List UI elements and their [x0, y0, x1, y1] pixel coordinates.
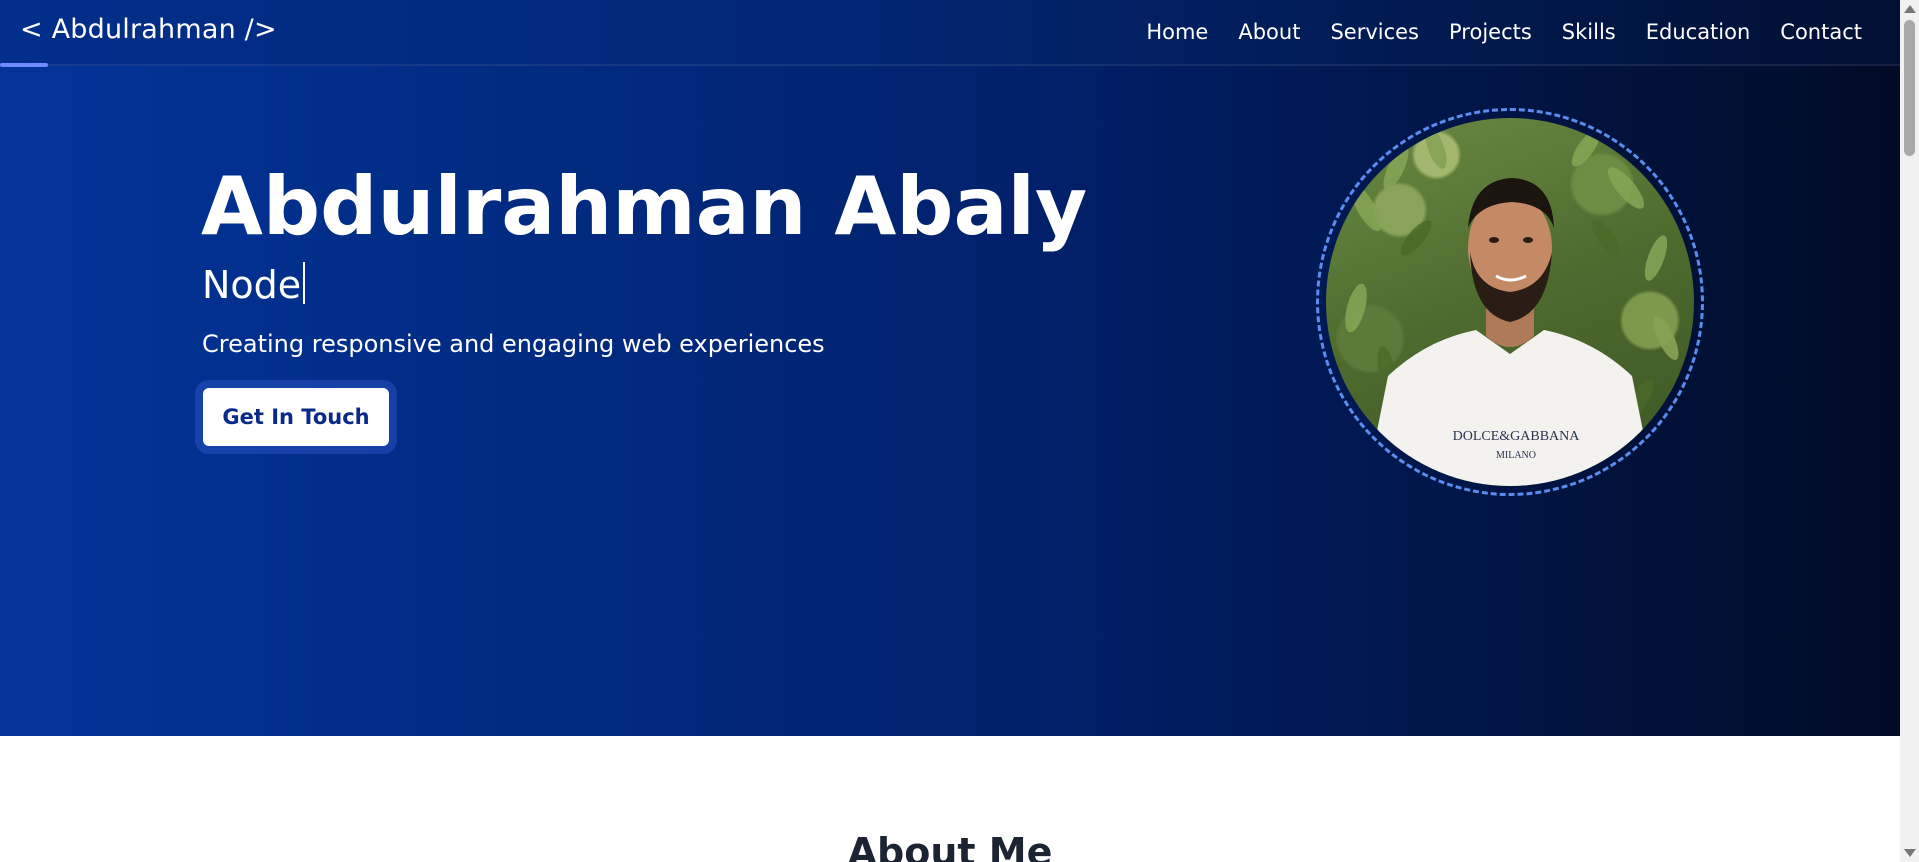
- nav-education[interactable]: Education: [1646, 20, 1751, 44]
- hero-name: Abdulrahman Abaly: [201, 160, 1088, 253]
- navbar: < Abdulrahman /> Home About Services Pro…: [0, 0, 1900, 67]
- get-in-touch-button[interactable]: Get In Touch: [203, 388, 389, 446]
- profile-photo-ring: DOLCE&GABBANA MILANO: [1316, 108, 1704, 496]
- nav-home[interactable]: Home: [1146, 20, 1208, 44]
- scrollbar-thumb[interactable]: [1904, 20, 1915, 156]
- typed-text: Node: [202, 263, 302, 307]
- typed-role: Node: [202, 262, 306, 307]
- hero-tagline: Creating responsive and engaging web exp…: [202, 330, 825, 358]
- shirt-sub-text: MILANO: [1496, 450, 1536, 461]
- shirt-brand-text: DOLCE&GABBANA: [1453, 429, 1581, 444]
- nav-skills[interactable]: Skills: [1562, 20, 1616, 44]
- page: < Abdulrahman /> Home About Services Pro…: [0, 0, 1900, 862]
- nav-contact[interactable]: Contact: [1780, 20, 1862, 44]
- nav-about[interactable]: About: [1238, 20, 1300, 44]
- profile-photo: DOLCE&GABBANA MILANO: [1326, 118, 1694, 486]
- chevron-down-icon[interactable]: [1904, 849, 1916, 857]
- nav-projects[interactable]: Projects: [1449, 20, 1532, 44]
- page-scrollbar[interactable]: [1900, 0, 1919, 862]
- typing-cursor: [303, 262, 306, 304]
- nav-links: Home About Services Projects Skills Educ…: [1146, 20, 1862, 44]
- about-section-title: About Me: [847, 830, 1053, 862]
- profile-portrait-illustration: DOLCE&GABBANA MILANO: [1345, 127, 1679, 486]
- hero-section: < Abdulrahman /> Home About Services Pro…: [0, 0, 1900, 736]
- nav-services[interactable]: Services: [1330, 20, 1419, 44]
- scroll-progress-bar: [0, 63, 48, 67]
- site-logo[interactable]: < Abdulrahman />: [20, 14, 277, 45]
- chevron-up-icon[interactable]: [1904, 5, 1916, 13]
